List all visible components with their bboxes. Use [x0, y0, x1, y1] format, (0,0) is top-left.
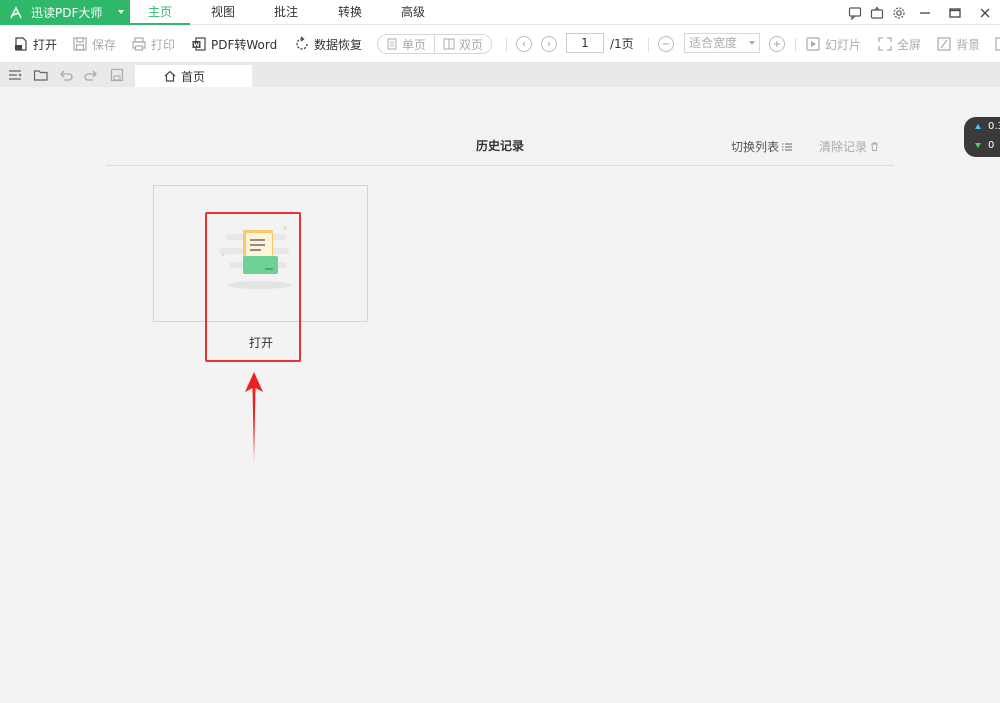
zoom-in-button[interactable]: +: [769, 36, 785, 52]
annotation-up-arrow-icon: [245, 372, 263, 462]
minus-icon: −: [661, 38, 671, 50]
minimize-button[interactable]: [910, 3, 940, 23]
history-divider: [106, 165, 894, 166]
double-page-button[interactable]: 双页: [434, 35, 491, 53]
page-mode-toggle: 单页 双页: [377, 34, 493, 54]
fullscreen-button[interactable]: 全屏: [877, 34, 921, 54]
tab-annotate[interactable]: 批注: [258, 0, 314, 25]
document-tab-strip: 首页: [0, 63, 1000, 87]
save-icon: [73, 37, 87, 51]
toolbar-divider: [648, 38, 649, 52]
zoom-out-button[interactable]: −: [658, 36, 674, 52]
home-main-area: [2, 87, 999, 701]
title-menu-bar: 迅读PDF大师 主页 视图 批注 转换 高级: [0, 0, 1000, 25]
settings-gear-icon[interactable]: [888, 3, 910, 23]
tab-convert[interactable]: 转换: [322, 0, 378, 25]
toolbar-divider: [506, 38, 507, 52]
app-name: 迅读PDF大师: [31, 6, 103, 20]
feedback-icon[interactable]: [844, 3, 866, 23]
upload-speed: 0.3: [975, 121, 1000, 132]
open-file-icon: [15, 37, 27, 51]
clear-history-button[interactable]: 清除记录: [819, 138, 879, 155]
tab-home[interactable]: 主页: [130, 0, 190, 25]
menu-list-icon[interactable]: [7, 67, 23, 83]
pdf-logo-icon: [10, 5, 22, 18]
history-title: 历史记录: [476, 139, 525, 153]
background-button[interactable]: 背景: [936, 34, 980, 54]
undo-icon[interactable]: [58, 67, 74, 83]
trash-icon: [871, 142, 879, 151]
open-button[interactable]: 打开: [13, 34, 57, 54]
plus-icon: +: [772, 38, 782, 50]
printer-icon: [132, 37, 146, 51]
annotation-highlight-box: [205, 212, 301, 362]
double-page-icon: [443, 38, 455, 50]
print-button[interactable]: 打印: [131, 34, 175, 54]
network-speed-widget[interactable]: 0.3 0: [964, 117, 1000, 157]
main-toolbar: 打开 保存 打印 PDF转Word 数据恢复 单页 双页 ‹ › 1 /1页 −…: [0, 25, 1000, 63]
page-total: /1页: [610, 37, 634, 51]
redo-icon[interactable]: [83, 67, 99, 83]
pdf-to-word-button[interactable]: PDF转Word: [191, 34, 277, 54]
single-page-icon: [387, 38, 397, 50]
list-icon: [782, 143, 793, 150]
tab-view[interactable]: 视图: [195, 0, 251, 25]
window-controls: [844, 0, 1000, 25]
save-small-icon[interactable]: [109, 67, 125, 83]
switch-list-button[interactable]: 切换列表: [731, 138, 793, 155]
chevron-right-icon: ›: [547, 38, 551, 50]
fullscreen-icon: [878, 37, 892, 51]
download-speed: 0: [975, 140, 994, 151]
toolbar-divider: [795, 38, 796, 52]
zoom-select[interactable]: 适合宽度: [684, 33, 760, 53]
slideshow-icon: [806, 37, 820, 51]
maximize-button[interactable]: [940, 3, 970, 23]
skin-icon[interactable]: [866, 3, 888, 23]
word-icon: [192, 37, 206, 51]
home-icon: [164, 70, 176, 82]
save-button[interactable]: 保存: [72, 34, 116, 54]
chevron-down-icon: [118, 10, 124, 14]
slideshow-button[interactable]: 幻灯片: [805, 34, 861, 54]
page-number-input[interactable]: 1: [566, 33, 604, 53]
chevron-down-icon: [749, 41, 755, 45]
more-toolbar-icon[interactable]: [994, 34, 1000, 54]
data-recovery-button[interactable]: 数据恢复: [294, 34, 362, 54]
close-button[interactable]: [970, 3, 1000, 23]
prev-page-button[interactable]: ‹: [516, 36, 532, 52]
background-icon: [937, 37, 951, 51]
recovery-icon: [296, 36, 308, 50]
single-page-button[interactable]: 单页: [378, 35, 434, 53]
folder-open-icon[interactable]: [33, 67, 49, 83]
next-page-button[interactable]: ›: [541, 36, 557, 52]
app-menu-button[interactable]: 迅读PDF大师: [0, 0, 130, 25]
chevron-left-icon: ‹: [522, 38, 526, 50]
tab-advanced[interactable]: 高级: [385, 0, 441, 25]
home-document-tab[interactable]: 首页: [135, 65, 252, 87]
